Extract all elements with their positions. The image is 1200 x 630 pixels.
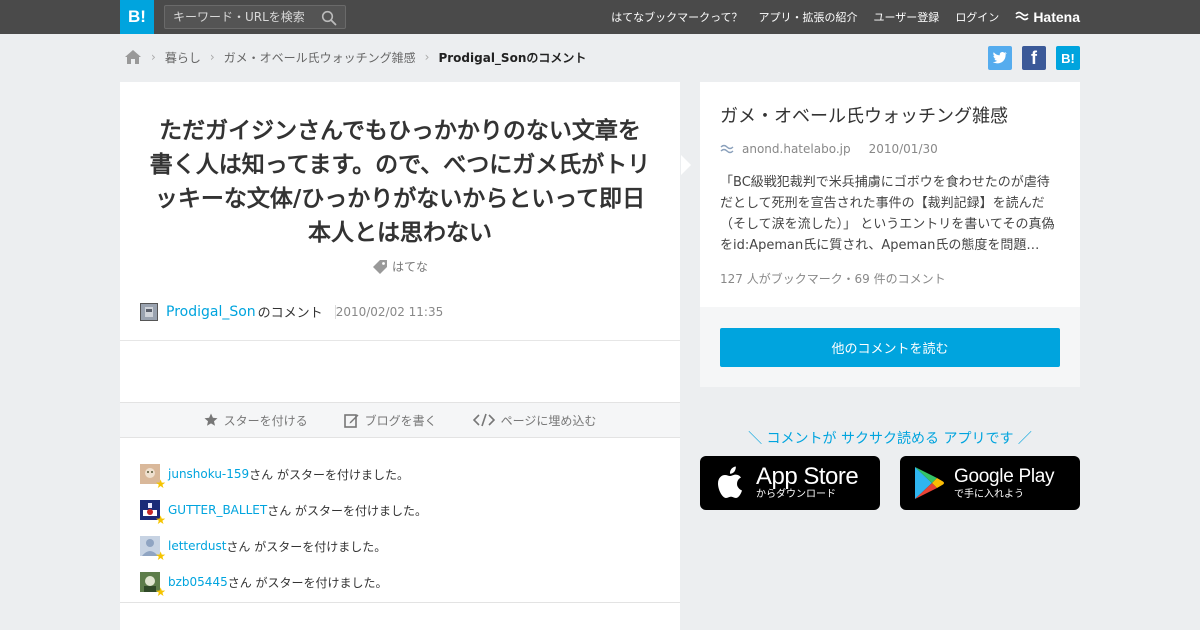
nav-register[interactable]: ユーザー登録 xyxy=(874,9,940,25)
nav-login[interactable]: ログイン xyxy=(955,9,999,25)
user-avatar[interactable] xyxy=(140,302,158,321)
star-message: さん がスターを付けました。 xyxy=(227,575,388,590)
star-user-avatar[interactable]: ★ xyxy=(140,464,166,490)
star-user-link[interactable]: junshoku-159 xyxy=(168,467,249,481)
comment-card: ただガイジンさんでもひっかかりのない文章を書く人は知ってます。ので、べつにガメ氏… xyxy=(120,82,680,630)
apple-icon xyxy=(718,466,742,498)
star-user-link[interactable]: GUTTER_BALLET xyxy=(168,503,267,517)
edit-icon xyxy=(343,413,359,428)
breadcrumb-entry[interactable]: ガメ・オベール氏ウォッチング雑感 xyxy=(224,49,416,66)
star-item: ★ junshoku-159 さん がスターを付けました。 xyxy=(140,456,427,492)
star-user-link[interactable]: bzb05445 xyxy=(168,575,228,589)
star-user-avatar[interactable]: ★ xyxy=(140,536,166,562)
comment-user-suffix: のコメント xyxy=(257,306,323,321)
twitter-icon xyxy=(992,51,1007,64)
twitter-share-button[interactable] xyxy=(988,46,1012,70)
add-star-button[interactable]: スターを付ける xyxy=(204,412,308,429)
facebook-icon: f xyxy=(1031,48,1037,68)
breadcrumb: › 暮らし › ガメ・オベール氏ウォッチング雑感 › Prodigal_Sonの… xyxy=(124,47,586,67)
write-blog-button[interactable]: ブログを書く xyxy=(343,412,437,429)
star-icon: ★ xyxy=(155,513,166,527)
entry-date: 2010/01/30 xyxy=(868,142,938,156)
app-store-text: App Store からダウンロード xyxy=(756,463,859,501)
entry-summary: 「BC級戦犯裁判で米兵捕虜にゴボウを食わせたのが虐待だとして死刑を宣告された事件… xyxy=(720,175,1055,253)
star-user-avatar[interactable]: ★ xyxy=(140,500,166,526)
chevron-right-icon: › xyxy=(151,50,156,64)
entry-footer: 他のコメントを読む xyxy=(700,307,1080,387)
home-icon[interactable] xyxy=(124,49,142,65)
star-item: ★ bzb05445 さん がスターを付けました。 xyxy=(140,564,427,600)
star-list: ★ junshoku-159 さん がスターを付けました。 ★ GUTTER_B… xyxy=(140,456,427,600)
chevron-right-icon: › xyxy=(209,50,215,64)
app-promo-text: ＼ コメントが サクサク読める アプリです ／ xyxy=(748,431,1032,447)
star-icon: ★ xyxy=(155,477,166,491)
avatar-image-icon xyxy=(141,303,157,320)
add-star-label: スターを付ける xyxy=(223,413,308,428)
star-icon xyxy=(204,413,218,426)
star-user-avatar[interactable]: ★ xyxy=(140,572,166,598)
hatena-share-button[interactable]: B! xyxy=(1056,46,1080,70)
google-play-badge[interactable]: Google Play で手に入れよう xyxy=(900,456,1080,510)
action-bar: スターを付ける ブログを書く ページに埋め込む xyxy=(120,402,680,438)
search-icon[interactable] xyxy=(321,10,337,26)
google-play-icon xyxy=(915,467,944,499)
star-item: ★ letterdust さん がスターを付けました。 xyxy=(140,528,427,564)
app-store-label: App Store xyxy=(756,463,859,490)
favicon-icon xyxy=(720,144,734,154)
app-store-sublabel: からダウンロード xyxy=(756,489,836,500)
tag-icon xyxy=(372,259,387,274)
entry-title[interactable]: ガメ・オベール氏ウォッチング雑感 xyxy=(720,102,1008,128)
google-play-label: Google Play xyxy=(954,466,1055,487)
code-icon xyxy=(472,413,495,427)
comment-text: ただガイジンさんでもひっかかりのない文章を書く人は知ってます。ので、べつにガメ氏… xyxy=(149,118,651,246)
star-message: さん がスターを付けました。 xyxy=(226,539,387,554)
comment-user-link[interactable]: Prodigal_Son xyxy=(166,304,256,320)
embed-label: ページに埋め込む xyxy=(500,413,597,428)
star-icon: ★ xyxy=(155,549,166,563)
entry-stats[interactable]: 127 人がブックマーク・69 件のコメント xyxy=(720,270,946,287)
star-message: さん がスターを付けました。 xyxy=(267,503,428,518)
breadcrumb-category[interactable]: 暮らし xyxy=(165,49,201,66)
search-input[interactable] xyxy=(165,6,315,28)
facebook-share-button[interactable]: f xyxy=(1022,46,1046,70)
entry-meta: anond.hatelabo.jp 2010/01/30 xyxy=(720,142,938,156)
tag-label: はてな xyxy=(391,260,428,274)
hatena-brand-link[interactable]: Hatena xyxy=(1015,9,1080,25)
hatena-logo-icon xyxy=(1015,11,1029,21)
embed-button[interactable]: ページに埋め込む xyxy=(472,412,597,429)
comment-author: Prodigal_Son のコメント 2010/02/02 11:35 xyxy=(140,302,443,321)
card-pointer xyxy=(681,155,691,175)
entry-card: ガメ・オベール氏ウォッチング雑感 anond.hatelabo.jp 2010/… xyxy=(700,82,1080,387)
star-item: ★ GUTTER_BALLET さん がスターを付けました。 xyxy=(140,492,427,528)
app-store-badge[interactable]: App Store からダウンロード xyxy=(700,456,880,510)
divider xyxy=(120,602,680,603)
entry-domain[interactable]: anond.hatelabo.jp xyxy=(742,142,851,156)
star-icon: ★ xyxy=(155,585,166,599)
comment-tag[interactable]: はてな xyxy=(120,258,680,275)
share-buttons: f B! xyxy=(988,46,1080,70)
hatena-brand-text: Hatena xyxy=(1033,9,1080,25)
breadcrumb-current: Prodigal_Sonのコメント xyxy=(438,50,587,65)
nav-apps[interactable]: アプリ・拡張の紹介 xyxy=(759,9,858,25)
search-box[interactable] xyxy=(164,5,346,29)
comment-date[interactable]: 2010/02/02 11:35 xyxy=(334,304,443,319)
top-nav: はてなブックマークって？ アプリ・拡張の紹介 ユーザー登録 ログイン Haten… xyxy=(611,0,1080,34)
chevron-right-icon: › xyxy=(424,50,430,64)
star-message: さん がスターを付けました。 xyxy=(249,467,409,482)
divider xyxy=(120,340,680,341)
google-play-sublabel: で手に入れよう xyxy=(954,489,1024,500)
top-bar: B! はてなブックマークって？ アプリ・拡張の紹介 ユーザー登録 ログイン Ha… xyxy=(0,0,1200,34)
star-user-link[interactable]: letterdust xyxy=(168,539,226,553)
hatena-bookmark-logo[interactable]: B! xyxy=(120,0,154,34)
write-blog-label: ブログを書く xyxy=(364,413,437,428)
nav-about[interactable]: はてなブックマークって？ xyxy=(611,9,742,25)
hatena-bookmark-icon: B! xyxy=(1061,50,1075,66)
google-play-text: Google Play で手に入れよう xyxy=(954,465,1055,501)
read-other-comments-button[interactable]: 他のコメントを読む xyxy=(720,328,1060,367)
